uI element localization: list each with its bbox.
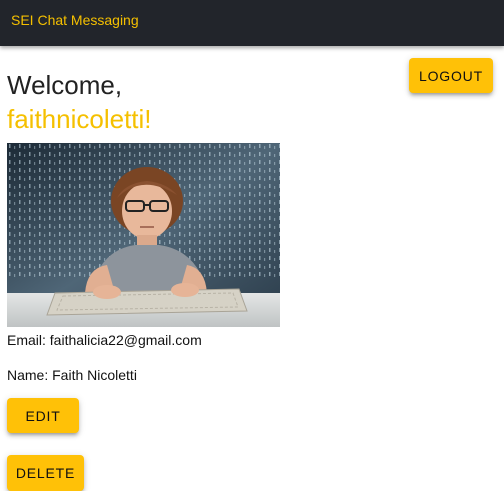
app-title: SEI Chat Messaging [11,12,139,28]
delete-button[interactable]: Delete [7,455,84,491]
username-heading: faithnicoletti! [7,104,152,134]
edit-button[interactable]: Edit [7,398,79,433]
name-line: Name: Faith Nicoletti [7,367,137,383]
logout-button[interactable]: Logout [409,58,493,93]
welcome-heading: Welcome, [7,70,123,100]
name-label: Name: [7,367,49,383]
profile-photo [7,143,280,327]
name-value: Faith Nicoletti [52,367,137,383]
email-value: faithalicia22@gmail.com [49,332,202,348]
app-bar: SEI Chat Messaging [0,0,504,46]
email-line: Email: faithalicia22@gmail.com [7,332,202,348]
email-label: Email: [7,332,46,348]
